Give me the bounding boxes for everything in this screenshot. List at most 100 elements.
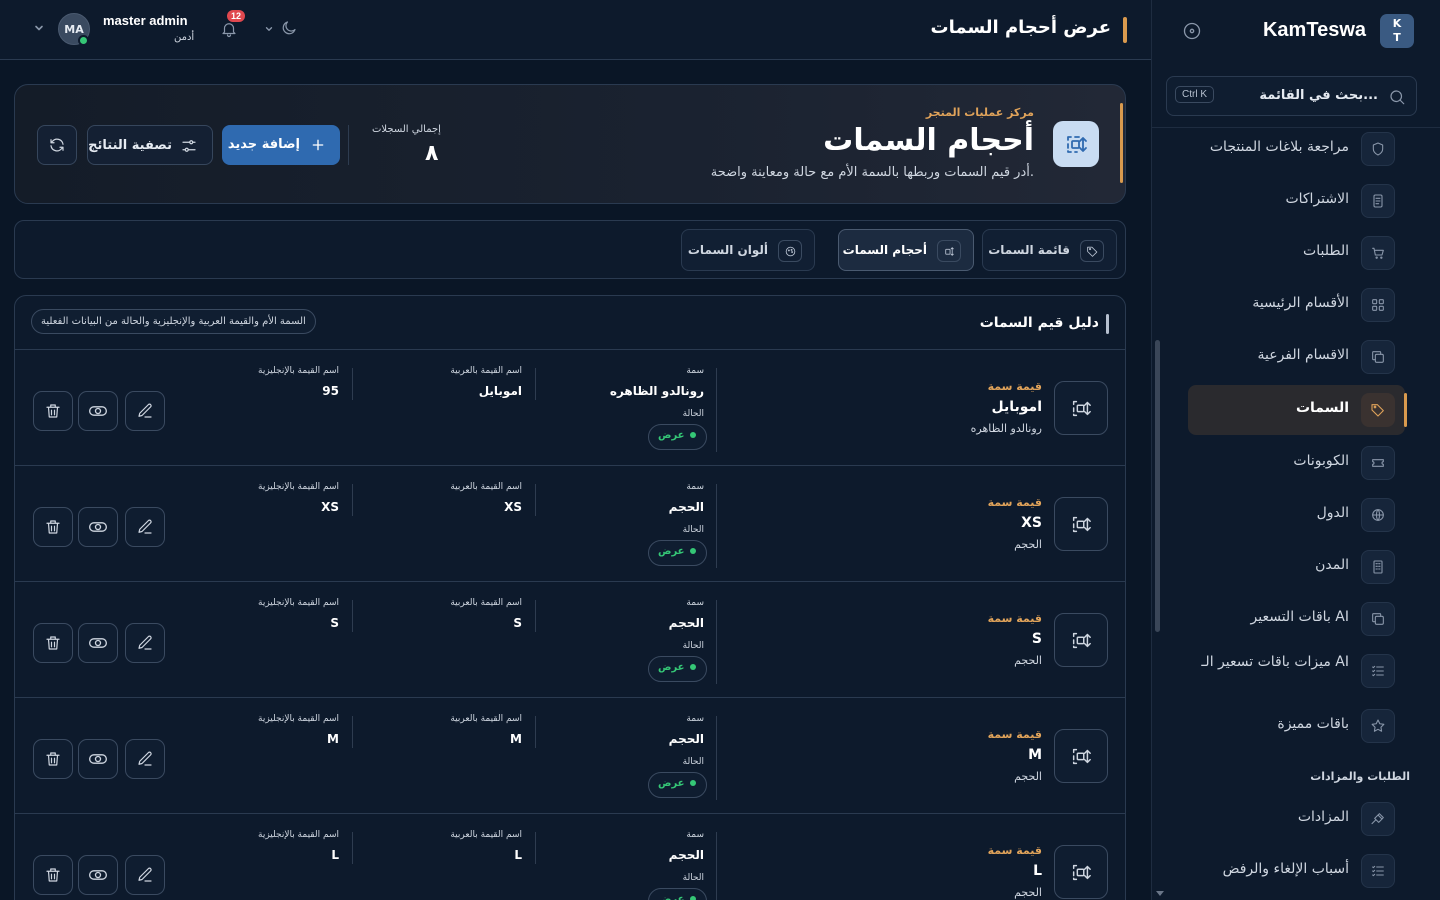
name-en-label: اسم القيمة بالإنجليزية: [258, 366, 339, 376]
tab-icon: [937, 240, 961, 262]
page-hero: مركز عمليات المتجر أحجام السمات أدر قيم …: [14, 84, 1126, 204]
sidebar-item-icon: [1361, 132, 1395, 166]
toggle-status-button[interactable]: [78, 507, 118, 547]
toggle-status-button[interactable]: [78, 739, 118, 779]
edit-icon: [138, 867, 152, 882]
toggle-status-button[interactable]: [78, 855, 118, 895]
sidebar-item[interactable]: ميزات باقات تسعير الـ AI: [1188, 646, 1405, 696]
status-text: عرض: [658, 430, 685, 441]
sidebar-item[interactable]: الاقسام الفرعية: [1188, 332, 1405, 382]
sidebar-search-input[interactable]: بحث في القائمة... Ctrl K: [1166, 76, 1417, 116]
row-value: XS: [1021, 515, 1042, 531]
divider: [535, 716, 536, 748]
edit-button[interactable]: [125, 623, 165, 663]
delete-button[interactable]: [33, 391, 73, 431]
chevron-down-icon[interactable]: [33, 22, 45, 34]
divider: [348, 125, 349, 165]
status-label: الحالة: [682, 873, 704, 883]
status-dot: [689, 664, 696, 670]
sidebar-scrollbar[interactable]: [1155, 340, 1160, 632]
refresh-button[interactable]: [37, 125, 77, 165]
title-accent-bar: [1123, 17, 1127, 43]
sidebar-item[interactable]: الكوبونات: [1188, 438, 1405, 488]
scroll-down-icon[interactable]: [1156, 891, 1164, 897]
tab-icon: [778, 240, 802, 262]
trash-icon: [46, 404, 60, 418]
divider: [716, 368, 717, 452]
name-ar-value: S: [513, 616, 522, 630]
resize-icon: [1072, 400, 1091, 417]
status-badge: عرض: [648, 656, 707, 682]
attribute-value: الحجم: [668, 732, 704, 746]
delete-button[interactable]: [33, 623, 73, 663]
sidebar-item[interactable]: السمات: [1188, 385, 1407, 435]
sidebar-item[interactable]: الأقسام الرئيسية: [1188, 280, 1405, 330]
nav-section-title: الطلبات والمزادات: [1310, 770, 1410, 783]
table-row: قيمة سمة L الحجم سمة الحجم الحالة عرض اسم القيم…: [15, 814, 1125, 900]
tag-icon: [1086, 246, 1097, 257]
status-text: عرض: [658, 662, 685, 673]
edit-button[interactable]: [125, 739, 165, 779]
brand-logo: KT: [1380, 14, 1414, 48]
add-new-button[interactable]: إضافة جديد: [222, 125, 340, 165]
delete-button[interactable]: [33, 739, 73, 779]
sidebar-item[interactable]: الاشتراكات: [1188, 176, 1405, 226]
search-shortcut: Ctrl K: [1175, 86, 1214, 103]
attribute-label: سمة: [686, 366, 704, 376]
sidebar-item-label: الطلبات: [1303, 243, 1349, 259]
sidebar-item-icon: [1361, 393, 1395, 427]
divider: [352, 600, 353, 632]
moon-icon[interactable]: [280, 19, 298, 37]
user-name[interactable]: master admin: [103, 13, 188, 28]
building-icon: [1373, 560, 1383, 574]
tab-icon: [1080, 240, 1104, 262]
sidebar-item[interactable]: الدول: [1188, 490, 1405, 540]
table-row: قيمة سمة S الحجم سمة الحجم الحالة عرض اسم القيم…: [15, 582, 1125, 698]
row-icon: [1054, 381, 1108, 435]
delete-button[interactable]: [33, 507, 73, 547]
edit-icon: [138, 751, 152, 766]
sidebar-item-icon: [1361, 654, 1395, 688]
sidebar-item[interactable]: باقات التسعير AI: [1188, 594, 1405, 644]
online-status-dot: [78, 35, 89, 46]
edit-button[interactable]: [125, 391, 165, 431]
sidebar-item-label: الأقسام الرئيسية: [1252, 295, 1349, 311]
add-new-label: إضافة جديد: [227, 137, 300, 152]
row-parent: الحجم: [1014, 654, 1042, 667]
tab-item[interactable]: قائمة السمات: [982, 229, 1117, 271]
sidebar-item-label: السمات: [1295, 400, 1349, 416]
sidebar-item-label: مراجعة بلاغات المنتجات: [1209, 139, 1349, 155]
records-label: إجمالي السجلات: [372, 124, 441, 135]
topbar: عرض أحجام السمات master admin أدمن MA 12: [0, 0, 1151, 60]
sidebar-item[interactable]: أسباب الإلغاء والرفض: [1188, 846, 1405, 896]
sidebar-item[interactable]: الطلبات: [1188, 228, 1405, 278]
toggle-status-button[interactable]: [78, 623, 118, 663]
globe-icon: [1372, 509, 1384, 521]
sidebar-item[interactable]: المدن: [1188, 542, 1405, 592]
filter-results-button[interactable]: تصفية النتائج: [87, 125, 213, 165]
list-icon: [1372, 665, 1384, 677]
divider: [352, 484, 353, 516]
attribute-label: سمة: [686, 830, 704, 840]
divider: [535, 368, 536, 400]
toggle-icon: [89, 870, 107, 880]
chevron-down-icon[interactable]: [264, 24, 274, 34]
sidebar-item[interactable]: باقات مميزة: [1188, 701, 1405, 751]
status-badge: عرض: [648, 888, 707, 900]
sidebar-item-label: باقات مميزة: [1277, 716, 1349, 732]
sidebar-item[interactable]: المزادات: [1188, 794, 1405, 844]
tab-item[interactable]: أحجام السمات: [838, 229, 974, 271]
name-en-value: 95: [322, 384, 339, 398]
collapse-sidebar-icon[interactable]: [1182, 21, 1202, 41]
edit-button[interactable]: [125, 855, 165, 895]
trash-icon: [46, 752, 60, 766]
list-hint-badge: السمة الأم والقيمة العربية والإنجليزية و…: [31, 309, 316, 334]
attribute-tabs: قائمة السمات أحجام السمات ألوان السمات: [14, 220, 1126, 279]
tab-item[interactable]: ألوان السمات: [681, 229, 815, 271]
edit-button[interactable]: [125, 507, 165, 547]
delete-button[interactable]: [33, 855, 73, 895]
bell-icon[interactable]: [220, 20, 238, 38]
toggle-status-button[interactable]: [78, 391, 118, 431]
sidebar-item[interactable]: مراجعة بلاغات المنتجات: [1188, 124, 1405, 174]
copy-icon: [1372, 351, 1384, 363]
